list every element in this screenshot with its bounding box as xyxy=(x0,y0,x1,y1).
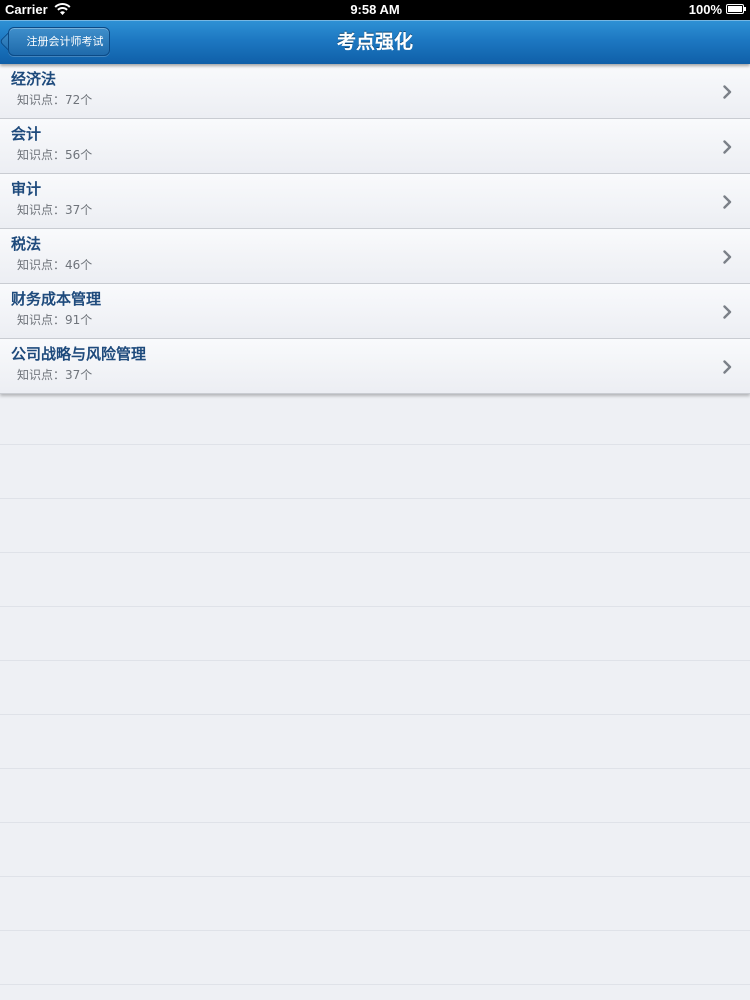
item-title: 财务成本管理 xyxy=(11,290,102,308)
list-item[interactable]: 税法 知识点：46个 xyxy=(0,229,750,284)
battery-percentage: 100% xyxy=(688,2,722,17)
item-subtitle: 知识点：37个 xyxy=(17,368,93,382)
item-title: 税法 xyxy=(11,235,42,253)
chevron-right-icon xyxy=(723,195,732,209)
item-subtitle: 知识点：72个 xyxy=(17,93,93,107)
list-item[interactable]: 经济法 知识点：72个 xyxy=(0,64,750,119)
list-item[interactable]: 财务成本管理 知识点：91个 xyxy=(0,284,750,339)
clock: 9:58 AM xyxy=(350,2,400,17)
chevron-right-icon xyxy=(723,85,732,99)
page-title: 考点强化 xyxy=(336,31,413,53)
list-item[interactable]: 公司战略与风险管理 知识点：37个 xyxy=(0,339,750,394)
item-subtitle: 知识点：91个 xyxy=(17,313,93,327)
chevron-right-icon xyxy=(723,360,732,374)
topic-list: 经济法 知识点：72个 会计 知识点：56个 审计 知识点：37个 税法 知识点… xyxy=(0,64,750,394)
item-subtitle: 知识点：37个 xyxy=(17,203,93,217)
chevron-right-icon xyxy=(723,250,732,264)
item-title: 审计 xyxy=(11,180,42,198)
item-title: 公司战略与风险管理 xyxy=(11,345,147,363)
item-title: 会计 xyxy=(11,125,42,143)
list-item[interactable]: 会计 知识点：56个 xyxy=(0,119,750,174)
battery-icon xyxy=(726,4,746,14)
item-subtitle: 知识点：46个 xyxy=(17,258,93,272)
chevron-right-icon xyxy=(723,140,732,154)
item-subtitle: 知识点：56个 xyxy=(17,148,93,162)
status-bar: Carrier 9:58 AM 100% xyxy=(0,0,750,20)
item-title: 经济法 xyxy=(11,70,57,88)
list-item[interactable]: 审计 知识点：37个 xyxy=(0,174,750,229)
chevron-right-icon xyxy=(723,305,732,319)
navigation-bar: 注册会计师考试 考点强化 xyxy=(0,20,750,64)
